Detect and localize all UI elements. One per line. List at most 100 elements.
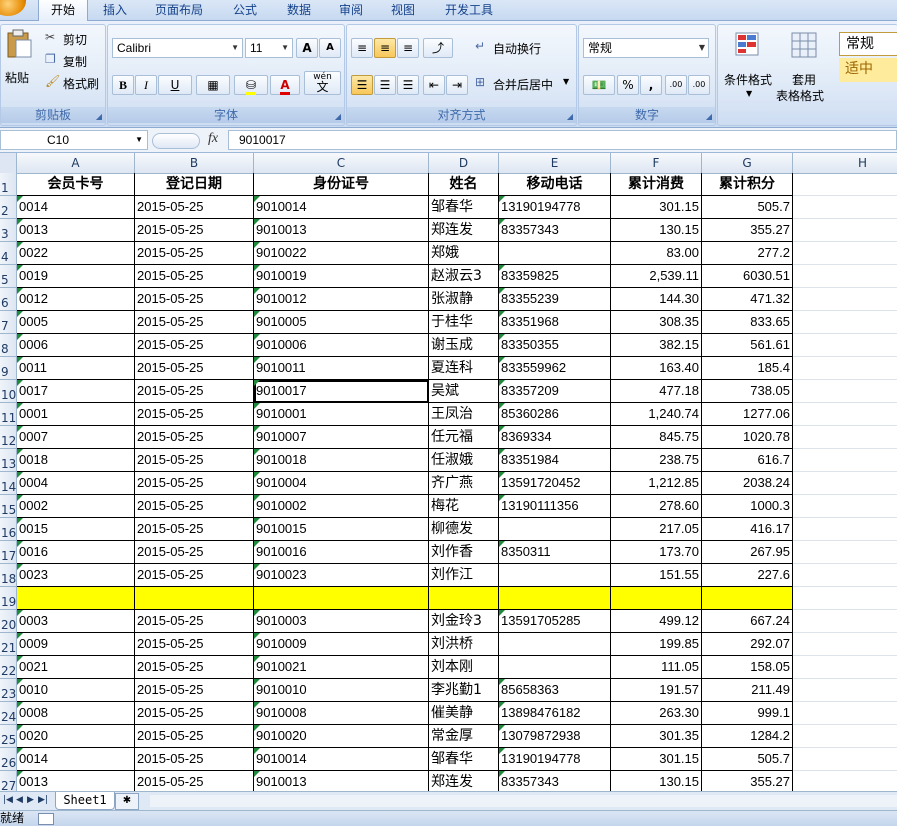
column-header-d[interactable]: D bbox=[429, 153, 499, 173]
row-header[interactable]: 27 bbox=[0, 771, 17, 791]
grow-font-button[interactable]: A bbox=[296, 38, 318, 58]
dialog-launcher-icon[interactable]: ◢ bbox=[567, 112, 573, 121]
cell-e[interactable] bbox=[499, 587, 611, 610]
cell-f[interactable]: 382.15 bbox=[611, 334, 702, 357]
cell-b[interactable]: 2015-05-25 bbox=[135, 633, 254, 656]
cell-g[interactable]: 1020.78 bbox=[702, 426, 793, 449]
font-size-combo[interactable]: 11 ▼ bbox=[245, 38, 293, 58]
cell-e[interactable] bbox=[499, 518, 611, 541]
cell-c[interactable]: 9010010 bbox=[254, 679, 429, 702]
align-top-button[interactable]: ≡ bbox=[351, 38, 373, 58]
formula-bar-resize-handle[interactable] bbox=[152, 133, 200, 149]
cell-g[interactable]: 277.2 bbox=[702, 242, 793, 265]
cell-a[interactable]: 0014 bbox=[17, 196, 135, 219]
cell-b[interactable] bbox=[135, 587, 254, 610]
tab-view[interactable]: 视图 bbox=[380, 0, 426, 20]
style-neutral[interactable]: 适中 bbox=[839, 58, 897, 82]
cell-a[interactable]: 0023 bbox=[17, 564, 135, 587]
cell-c[interactable]: 9010005 bbox=[254, 311, 429, 334]
empty-cell[interactable] bbox=[793, 288, 897, 311]
prev-sheet-icon[interactable]: ◀ bbox=[16, 795, 23, 805]
formula-input[interactable]: 9010017 bbox=[228, 130, 897, 150]
cell-e[interactable]: 13190194778 bbox=[499, 748, 611, 771]
empty-cell[interactable] bbox=[793, 748, 897, 771]
cell-f[interactable]: 1,212.85 bbox=[611, 472, 702, 495]
font-name-combo[interactable]: Calibri ▼ bbox=[112, 38, 243, 58]
empty-cell[interactable] bbox=[793, 633, 897, 656]
row-header[interactable]: 23 bbox=[0, 679, 17, 702]
row-header[interactable]: 5 bbox=[0, 265, 17, 288]
cell-d[interactable]: 吴斌 bbox=[429, 380, 499, 403]
cell-f[interactable]: 238.75 bbox=[611, 449, 702, 472]
tab-review[interactable]: 审阅 bbox=[328, 0, 374, 20]
empty-cell[interactable] bbox=[793, 449, 897, 472]
cell-f[interactable]: 301.15 bbox=[611, 196, 702, 219]
cell-a[interactable]: 0014 bbox=[17, 748, 135, 771]
cell-f[interactable]: 130.15 bbox=[611, 219, 702, 242]
cell-e[interactable]: 83357209 bbox=[499, 380, 611, 403]
cell-a[interactable]: 0009 bbox=[17, 633, 135, 656]
cell-c[interactable]: 9010004 bbox=[254, 472, 429, 495]
cell-f[interactable]: 199.85 bbox=[611, 633, 702, 656]
cell-b[interactable]: 2015-05-25 bbox=[135, 495, 254, 518]
cell-g[interactable]: 471.32 bbox=[702, 288, 793, 311]
cell-f[interactable]: 2,539.11 bbox=[611, 265, 702, 288]
cell-g[interactable]: 616.7 bbox=[702, 449, 793, 472]
cell-g[interactable]: 505.7 bbox=[702, 196, 793, 219]
row-header[interactable]: 3 bbox=[0, 219, 17, 242]
cell-e[interactable]: 85658363 bbox=[499, 679, 611, 702]
cell-b[interactable]: 2015-05-25 bbox=[135, 196, 254, 219]
cell-d[interactable]: 于桂华 bbox=[429, 311, 499, 334]
cell-b[interactable]: 2015-05-25 bbox=[135, 472, 254, 495]
cell-c[interactable]: 9010002 bbox=[254, 495, 429, 518]
cell-c[interactable]: 9010003 bbox=[254, 610, 429, 633]
fill-color-button[interactable]: ⛁ bbox=[234, 75, 268, 95]
copy-button[interactable]: ❐ 复制 bbox=[45, 52, 101, 70]
font-color-button[interactable]: A bbox=[270, 75, 300, 95]
cell-d[interactable]: 柳德发 bbox=[429, 518, 499, 541]
empty-cell[interactable] bbox=[793, 173, 897, 196]
cell-b[interactable]: 2015-05-25 bbox=[135, 564, 254, 587]
cell-g[interactable]: 211.49 bbox=[702, 679, 793, 702]
align-center-button[interactable]: ☰ bbox=[374, 75, 396, 95]
column-header-g[interactable]: G bbox=[702, 153, 793, 173]
cell-a[interactable]: 0002 bbox=[17, 495, 135, 518]
cell-a[interactable]: 0017 bbox=[17, 380, 135, 403]
cell-c[interactable]: 9010013 bbox=[254, 771, 429, 791]
cell-c[interactable]: 9010021 bbox=[254, 656, 429, 679]
tab-developer[interactable]: 开发工具 bbox=[436, 0, 502, 20]
empty-cell[interactable] bbox=[793, 656, 897, 679]
merge-center-button[interactable]: ⊞ 合并后居中 ▼ bbox=[475, 75, 573, 93]
row-header[interactable]: 22 bbox=[0, 656, 17, 679]
cell-c[interactable]: 9010019 bbox=[254, 265, 429, 288]
empty-cell[interactable] bbox=[793, 472, 897, 495]
phonetic-button[interactable]: wén 文 bbox=[304, 71, 341, 95]
underline-button[interactable]: U bbox=[158, 75, 192, 95]
cell-e[interactable] bbox=[499, 633, 611, 656]
cell-b[interactable]: 2015-05-25 bbox=[135, 656, 254, 679]
empty-cell[interactable] bbox=[793, 564, 897, 587]
cell-b[interactable]: 2015-05-25 bbox=[135, 748, 254, 771]
empty-cell[interactable] bbox=[793, 403, 897, 426]
cell-g[interactable]: 6030.51 bbox=[702, 265, 793, 288]
row-header[interactable]: 24 bbox=[0, 702, 17, 725]
cell-f[interactable]: 83.00 bbox=[611, 242, 702, 265]
cell-d[interactable]: 常金厚 bbox=[429, 725, 499, 748]
row-header[interactable]: 7 bbox=[0, 311, 17, 334]
cell-g[interactable]: 292.07 bbox=[702, 633, 793, 656]
row-header[interactable]: 6 bbox=[0, 288, 17, 311]
cell-e[interactable]: 13190111356 bbox=[499, 495, 611, 518]
cell-f[interactable]: 1,240.74 bbox=[611, 403, 702, 426]
cell-d[interactable] bbox=[429, 587, 499, 610]
cell-c[interactable]: 9010014 bbox=[254, 196, 429, 219]
cell-a[interactable]: 0001 bbox=[17, 403, 135, 426]
row-header[interactable]: 20 bbox=[0, 610, 17, 633]
cell-e[interactable] bbox=[499, 656, 611, 679]
bold-button[interactable]: B bbox=[112, 75, 134, 95]
italic-button[interactable]: I bbox=[135, 75, 157, 95]
cell-f[interactable]: 130.15 bbox=[611, 771, 702, 791]
cell-d[interactable]: 任淑娥 bbox=[429, 449, 499, 472]
cell-c[interactable] bbox=[254, 587, 429, 610]
dialog-launcher-icon[interactable]: ◢ bbox=[706, 112, 712, 121]
row-header[interactable]: 12 bbox=[0, 426, 17, 449]
